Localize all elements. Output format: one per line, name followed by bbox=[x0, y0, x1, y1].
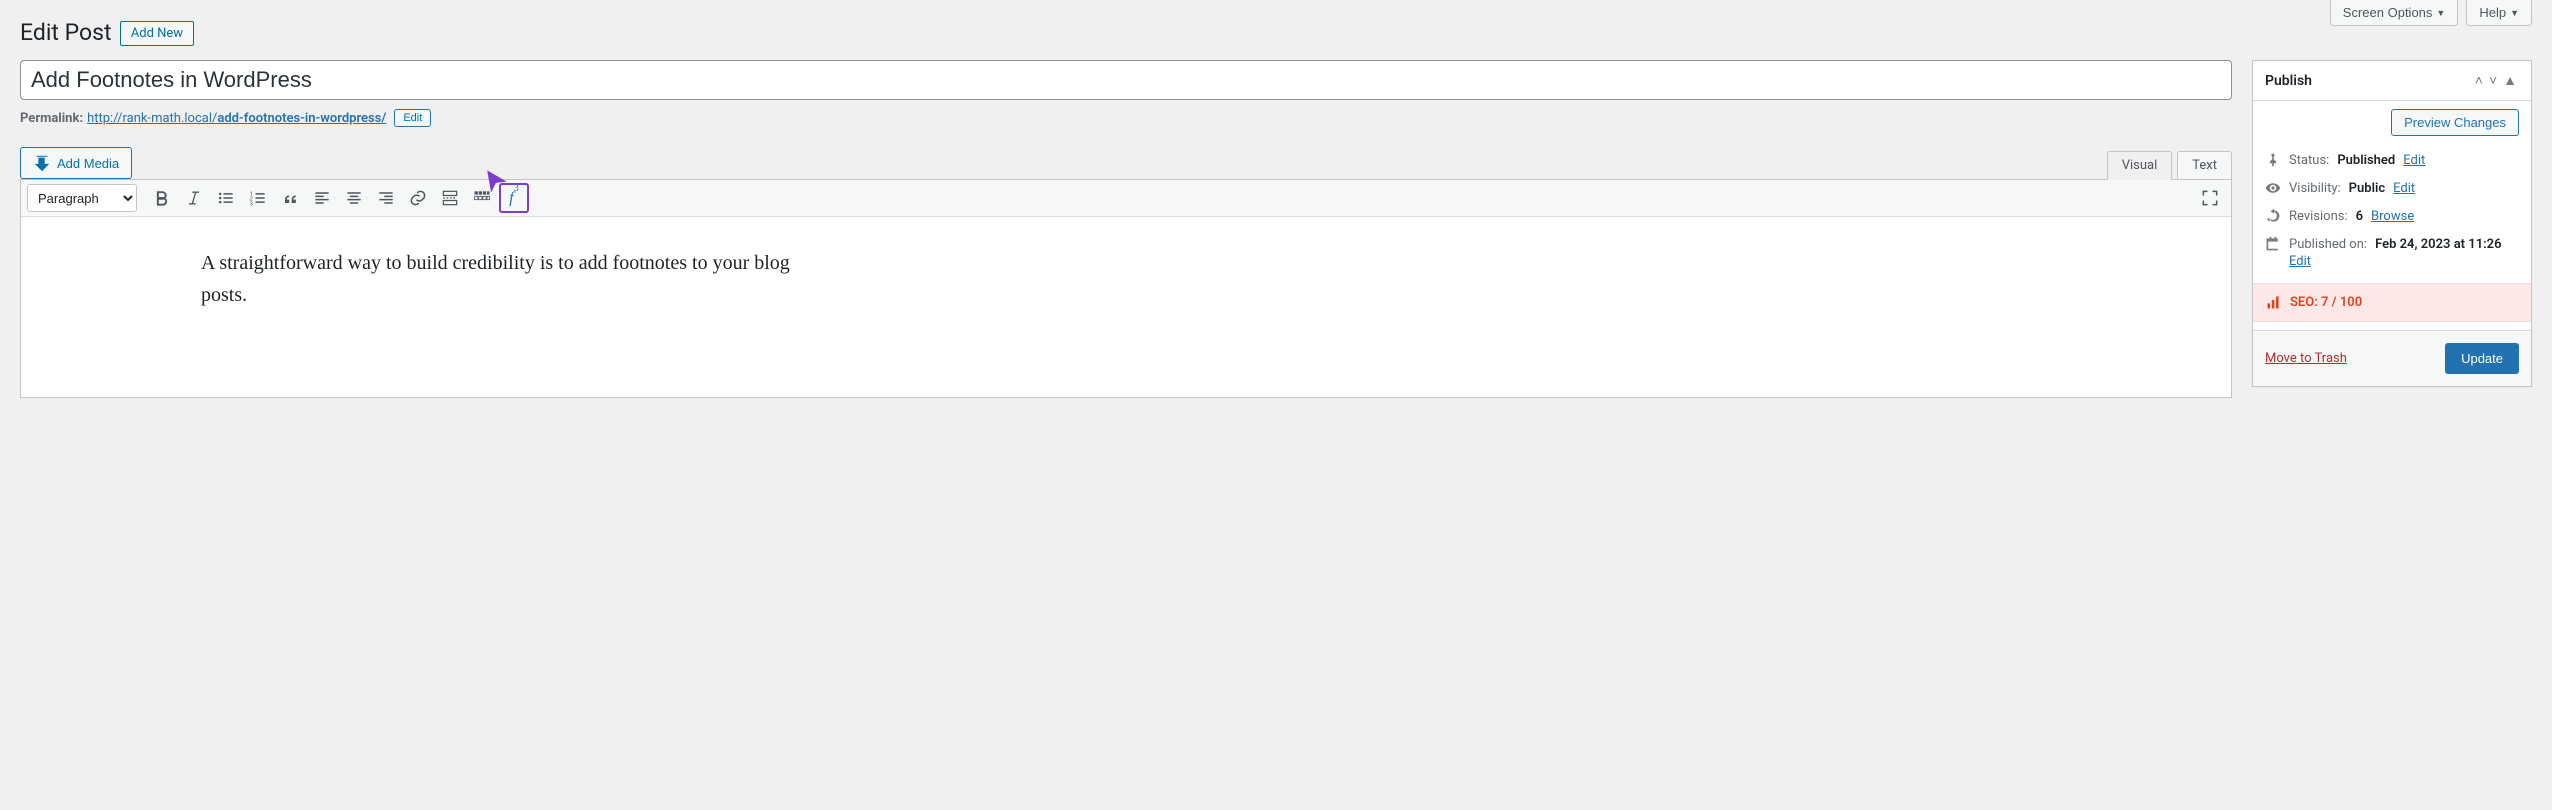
revisions-icon bbox=[2265, 208, 2281, 224]
edit-status-link[interactable]: Edit bbox=[2403, 153, 2425, 168]
edit-date-link[interactable]: Edit bbox=[2289, 254, 2311, 269]
help-label: Help bbox=[2479, 5, 2506, 20]
footnote-button[interactable]: f3 bbox=[499, 183, 529, 213]
move-down-icon[interactable]: ˅ bbox=[2487, 70, 2499, 91]
tab-text[interactable]: Text bbox=[2177, 151, 2232, 180]
align-left-button[interactable] bbox=[307, 183, 337, 213]
add-media-button[interactable]: Add Media bbox=[20, 147, 132, 179]
edit-visibility-link[interactable]: Edit bbox=[2393, 181, 2415, 196]
post-title-input[interactable] bbox=[20, 60, 2232, 100]
align-center-button[interactable] bbox=[339, 183, 369, 213]
bold-button[interactable] bbox=[147, 183, 177, 213]
permalink-slug: add-footnotes-in-wordpress/ bbox=[217, 111, 386, 126]
toggle-panel-icon[interactable]: ▲ bbox=[2501, 70, 2519, 91]
edit-permalink-button[interactable]: Edit bbox=[394, 109, 431, 127]
footnote-icon: f3 bbox=[509, 188, 518, 207]
add-media-label: Add Media bbox=[57, 156, 119, 171]
block-format-select[interactable]: Paragraph bbox=[27, 184, 137, 212]
seo-icon bbox=[2265, 294, 2282, 311]
svg-text:3: 3 bbox=[250, 202, 253, 208]
editor-content-area[interactable]: A straightforward way to build credibili… bbox=[21, 217, 2231, 397]
chevron-down-icon: ▼ bbox=[2510, 8, 2519, 18]
update-button[interactable]: Update bbox=[2445, 343, 2519, 374]
screen-options-label: Screen Options bbox=[2343, 5, 2433, 20]
visibility-value: Public bbox=[2349, 181, 2385, 196]
permalink-base[interactable]: http://rank-math.local/add-footnotes-in-… bbox=[87, 111, 386, 126]
media-icon bbox=[33, 154, 51, 172]
move-to-trash-link[interactable]: Move to Trash bbox=[2265, 351, 2347, 366]
published-on-label: Published on: bbox=[2289, 237, 2367, 252]
tab-visual[interactable]: Visual bbox=[2107, 151, 2173, 180]
published-on-value: Feb 24, 2023 at 11:26 bbox=[2375, 237, 2501, 252]
italic-button[interactable] bbox=[179, 183, 209, 213]
read-more-button[interactable] bbox=[435, 183, 465, 213]
add-new-button[interactable]: Add New bbox=[120, 21, 194, 46]
editor-paragraph: A straightforward way to build credibili… bbox=[201, 247, 821, 311]
blockquote-button[interactable] bbox=[275, 183, 305, 213]
numbered-list-button[interactable]: 123 bbox=[243, 183, 273, 213]
seo-score-text: SEO: 7 / 100 bbox=[2290, 295, 2362, 310]
screen-options-button[interactable]: Screen Options ▼ bbox=[2330, 0, 2459, 26]
preview-changes-button[interactable]: Preview Changes bbox=[2391, 109, 2519, 136]
seo-score-row[interactable]: SEO: 7 / 100 bbox=[2253, 283, 2531, 322]
align-right-button[interactable] bbox=[371, 183, 401, 213]
page-title: Edit Post bbox=[20, 10, 112, 50]
visibility-icon bbox=[2265, 180, 2281, 196]
revisions-value: 6 bbox=[2356, 209, 2363, 224]
status-label: Status: bbox=[2289, 153, 2329, 168]
visibility-label: Visibility: bbox=[2289, 181, 2341, 196]
browse-revisions-link[interactable]: Browse bbox=[2371, 209, 2414, 224]
publish-box-title: Publish bbox=[2265, 73, 2312, 89]
calendar-icon bbox=[2265, 236, 2281, 252]
fullscreen-button[interactable] bbox=[2195, 183, 2225, 213]
help-button[interactable]: Help ▼ bbox=[2466, 0, 2532, 26]
toolbar-toggle-button[interactable] bbox=[467, 183, 497, 213]
revisions-label: Revisions: bbox=[2289, 209, 2348, 224]
status-value: Published bbox=[2337, 153, 2395, 168]
move-up-icon[interactable]: ˄ bbox=[2473, 70, 2485, 91]
bulleted-list-button[interactable] bbox=[211, 183, 241, 213]
link-button[interactable] bbox=[403, 183, 433, 213]
chevron-down-icon: ▼ bbox=[2436, 8, 2445, 18]
pin-icon bbox=[2265, 152, 2281, 168]
permalink-label: Permalink: bbox=[20, 111, 83, 126]
